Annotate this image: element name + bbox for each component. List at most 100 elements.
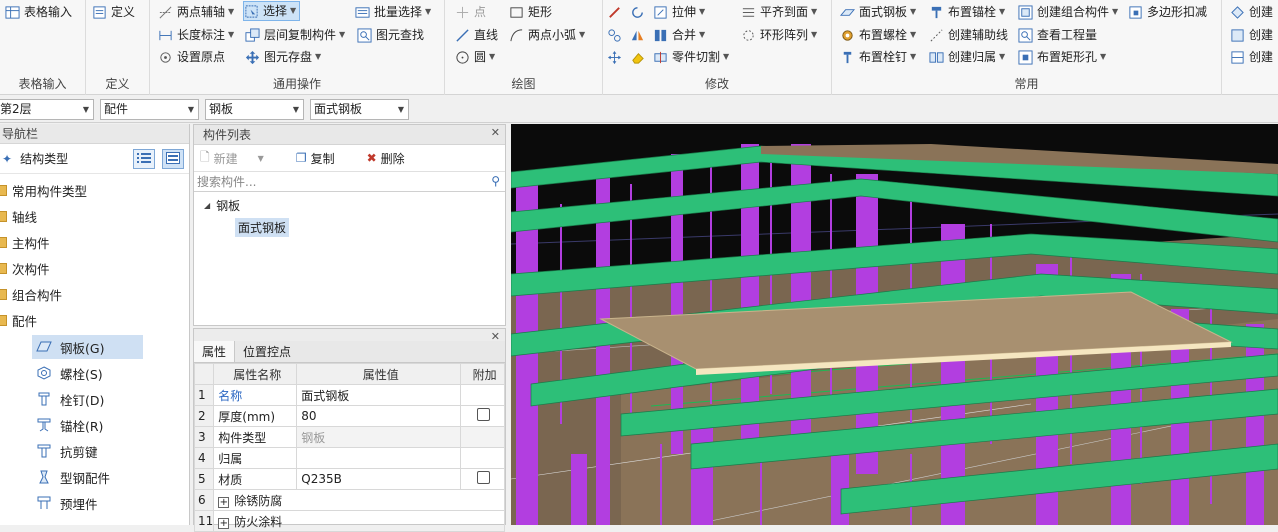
table-row[interactable]: 4 归属 (193, 447, 505, 469)
3d-model-view (511, 124, 1278, 525)
select-button[interactable]: 选择 ▼ (243, 1, 301, 21)
create-composite-button[interactable]: 创建组合构件 ▼ (1018, 2, 1118, 22)
tab-position-points[interactable]: 位置控点 (235, 341, 299, 362)
create-helper-line-button[interactable]: 创建辅助线 (929, 25, 1008, 45)
batch-select-button[interactable]: 批量选择 ▼ (355, 2, 431, 22)
view-quantity-button[interactable]: 查看工程量 (1018, 25, 1097, 45)
table-row[interactable]: 1 名称 面式钢板 (193, 384, 505, 406)
nav-folder-main[interactable]: 主构件 (0, 230, 50, 254)
move-tool[interactable] (607, 47, 626, 67)
tree-node-surface-plate[interactable]: 面式钢板 (235, 218, 290, 237)
merge-button[interactable]: 合并 ▼ (653, 25, 705, 45)
nav-item-bolt[interactable]: 螺栓(S) (36, 361, 103, 385)
two-point-arc-button[interactable]: 两点小弧 ▼ (509, 25, 585, 45)
nav-item-embedded[interactable]: 预埋件 (36, 491, 98, 515)
nav-item-anchor[interactable]: 锚栓(R) (36, 413, 103, 437)
align-to-face-button[interactable]: 平齐到面 ▼ (741, 2, 817, 22)
nav-folder-composite[interactable]: 组合构件 (0, 282, 62, 306)
create-belonging-button[interactable]: 创建归属 ▼ (929, 47, 1005, 67)
chevron-down-icon: ▼ (292, 105, 299, 114)
type-select[interactable]: 钢板 ▼ (205, 99, 304, 120)
origin-icon (158, 50, 173, 65)
tab-properties[interactable]: 属性 (194, 341, 236, 362)
table-row[interactable]: 5 材质 Q235B (193, 468, 505, 490)
table-input-button[interactable]: 表格输入 (5, 2, 72, 22)
search-icon[interactable]: ⚲ (491, 174, 500, 188)
cluster-tool[interactable] (607, 25, 626, 45)
nav-folder-secondary[interactable]: 次构件 (0, 256, 50, 280)
create-button-3[interactable]: 创建 (1230, 47, 1273, 67)
anchor-bolt-button[interactable]: 布置锚栓 ▼ (929, 2, 1005, 22)
circle-button[interactable]: 圆 ▼ (455, 47, 495, 67)
part-cut-button[interactable]: 零件切割 ▼ (653, 47, 729, 67)
quantity-icon (1018, 27, 1033, 43)
property-name: 材质 (213, 468, 298, 490)
nav-item-stud[interactable]: 栓钉(D) (36, 387, 104, 411)
expand-icon[interactable]: + (218, 496, 230, 508)
structure-type-label[interactable]: 结构类型 (20, 150, 68, 167)
property-value[interactable]: 面式钢板 (296, 384, 462, 406)
chevron-down-icon: ▼ (397, 105, 404, 114)
length-dimension-button[interactable]: 长度标注 ▼ (158, 25, 234, 45)
3d-viewport[interactable] (511, 124, 1278, 525)
place-bolt-button[interactable]: 布置螺栓 ▼ (840, 25, 916, 45)
property-value[interactable] (296, 447, 462, 469)
tree-node-plate[interactable]: ◢ 钢板 (204, 197, 240, 214)
brush-tool[interactable] (607, 2, 626, 22)
nav-folder-axis[interactable]: 轴线 (0, 204, 37, 228)
chevron-down-icon: ▼ (910, 52, 917, 61)
mirror-tool[interactable] (630, 25, 649, 45)
table-row[interactable]: 3 构件类型 钢板 (193, 426, 505, 448)
copy-between-floors-button[interactable]: 层间复制构件 ▼ (245, 25, 345, 45)
nav-item-plate[interactable]: 钢板(G) (32, 335, 143, 359)
surface-plate-button[interactable]: 面式钢板 ▼ (840, 2, 916, 22)
table-row[interactable]: 11 + 防火涂料 (193, 510, 505, 532)
expand-icon[interactable]: + (218, 517, 230, 529)
list-view-button[interactable] (133, 149, 155, 169)
copy-button[interactable]: ❐ 复制 (296, 150, 351, 167)
nav-item-shear-key[interactable]: 抗剪键 (36, 439, 98, 463)
axis-icon (158, 5, 173, 20)
property-value[interactable]: 80 (296, 405, 462, 427)
detail-view-button[interactable] (162, 149, 184, 169)
property-value: 钢板 (296, 426, 462, 448)
nav-folder-accessories[interactable]: 配件 (0, 308, 37, 332)
polygon-deduct-button[interactable]: 多边形扣减 (1128, 2, 1207, 22)
erase-tool[interactable] (630, 47, 649, 67)
create-button-1[interactable]: 创建 (1230, 2, 1273, 22)
set-origin-button[interactable]: 设置原点 (158, 47, 225, 67)
nav-folder-common[interactable]: 常用构件类型 (0, 178, 87, 202)
table-row[interactable]: 2 厚度(mm) 80 (193, 405, 505, 427)
collapse-icon[interactable]: ◢ (204, 201, 210, 210)
element-select[interactable]: 面式钢板 ▼ (310, 99, 409, 120)
place-stud-button[interactable]: 布置栓钉 ▼ (840, 47, 916, 67)
define-button[interactable]: 定义 (92, 2, 135, 22)
create-button-2[interactable]: 创建 (1230, 25, 1273, 45)
rectangle-button[interactable]: 矩形 (509, 2, 552, 22)
close-icon[interactable]: ✕ (491, 330, 500, 343)
save-element-button[interactable]: 图元存盘 ▼ (245, 47, 321, 67)
new-icon: 🗋 (200, 149, 210, 164)
table-row[interactable]: 6 + 除锈防腐 (193, 489, 505, 511)
circle-icon (455, 50, 470, 65)
stretch-button[interactable]: 拉伸 ▼ (653, 2, 705, 22)
close-icon[interactable]: ✕ (491, 126, 500, 139)
extra-checkbox[interactable] (477, 408, 491, 421)
two-point-axis-button[interactable]: 两点辅轴 ▼ (158, 2, 234, 22)
rotate-tool[interactable] (630, 2, 649, 22)
place-rect-hole-button[interactable]: 布置矩形孔 ▼ (1018, 47, 1106, 67)
component-search[interactable]: 搜索构件... ⚲ (194, 172, 505, 192)
rotate-icon (630, 5, 645, 20)
extra-checkbox[interactable] (477, 471, 491, 484)
category-select[interactable]: 配件 ▼ (100, 99, 199, 120)
point-button[interactable]: 点 (455, 2, 486, 22)
find-element-button[interactable]: 图元查找 (357, 25, 424, 45)
nav-item-section-accessory[interactable]: 型钢配件 (36, 465, 110, 489)
line-button[interactable]: 直线 (455, 25, 498, 45)
extra-cell (460, 447, 505, 469)
delete-button[interactable]: ✖ 删除 (367, 150, 421, 167)
property-value[interactable]: Q235B (296, 468, 462, 490)
floor-select[interactable]: 第2层 ▼ (0, 99, 94, 120)
new-button[interactable]: 🗋 新建 ▼ (200, 148, 280, 169)
circular-array-button[interactable]: 环形阵列 ▼ (741, 25, 817, 45)
